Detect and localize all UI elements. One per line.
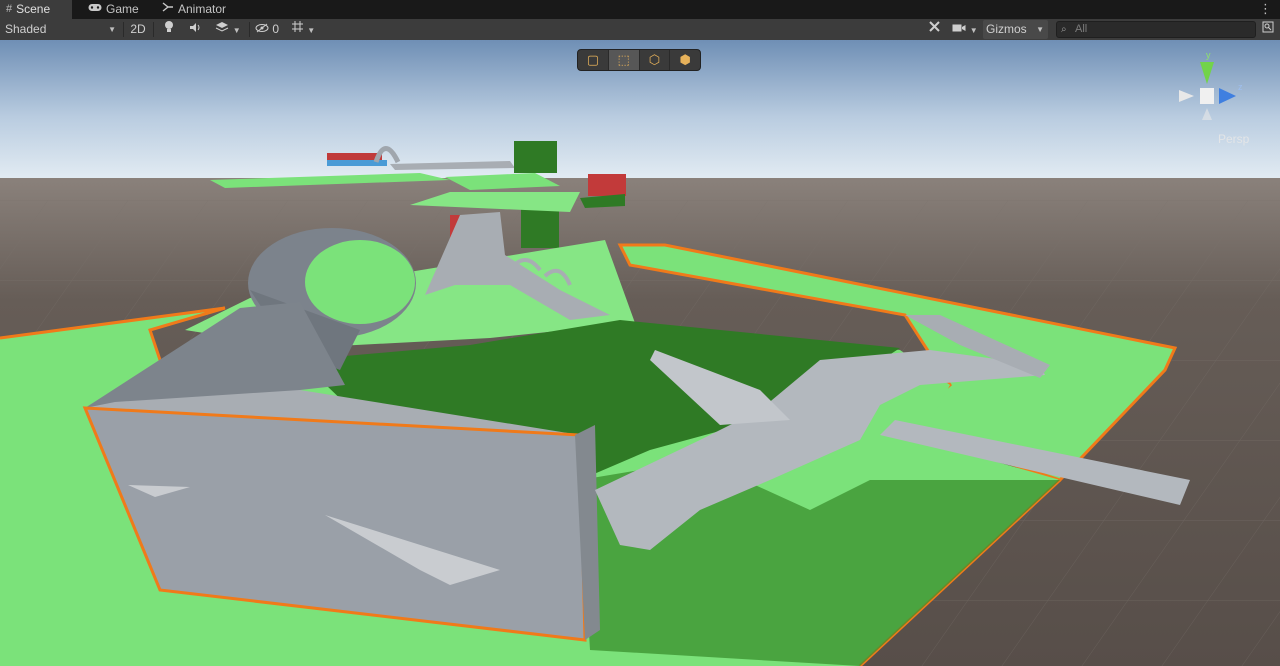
scene-render bbox=[0, 40, 1280, 666]
hidden-eye-icon bbox=[255, 22, 272, 36]
neg-y-cone bbox=[1202, 108, 1212, 120]
tab-scene[interactable]: # Scene bbox=[0, 0, 72, 19]
pipe-opening bbox=[305, 240, 415, 324]
green-cube bbox=[514, 141, 557, 173]
tab-animator[interactable]: Animator bbox=[156, 0, 244, 19]
effects-dropdown[interactable]: ▼ bbox=[208, 20, 248, 39]
hierarchy-search-input[interactable]: ⌕ All bbox=[1056, 21, 1256, 38]
more-options-icon[interactable]: ⋮ bbox=[1259, 0, 1272, 19]
chevron-down-icon: ▼ bbox=[1036, 25, 1044, 34]
hash-icon: # bbox=[6, 3, 13, 15]
tab-animator-label: Animator bbox=[178, 2, 227, 16]
2d-toggle-button[interactable]: 2D bbox=[126, 20, 150, 39]
tools-icon bbox=[928, 21, 941, 36]
scene-viewport[interactable]: ▢ ⬚ ⬡ ⬢ y z Persp bbox=[0, 40, 1280, 666]
gizmos-label: Gizmos bbox=[986, 22, 1027, 36]
shading-mode-dropdown[interactable]: Shaded ▼ bbox=[0, 20, 122, 39]
wire-box-tool-icon[interactable]: ⬡ bbox=[640, 50, 671, 70]
layers-icon bbox=[215, 22, 232, 36]
tab-bar: # Scene Game Animator ⋮ bbox=[0, 0, 1280, 19]
z-axis-cone bbox=[1219, 88, 1236, 104]
gizmo-center-cube bbox=[1200, 88, 1214, 104]
projection-label[interactable]: Persp bbox=[1218, 132, 1249, 146]
animator-icon bbox=[162, 0, 174, 19]
search-icon: ⌕ bbox=[1061, 24, 1067, 35]
scene-visibility-toggle[interactable]: 0 bbox=[252, 20, 282, 39]
rect-tool-icon[interactable]: ⬚ bbox=[608, 50, 640, 70]
solid-box-tool-icon[interactable]: ⬢ bbox=[670, 50, 700, 70]
speaker-icon bbox=[189, 22, 202, 36]
axis-z-label: z bbox=[1238, 82, 1243, 92]
chevron-down-icon: ▼ bbox=[108, 25, 116, 34]
red-block bbox=[588, 174, 626, 196]
chevron-down-icon: ▼ bbox=[969, 26, 978, 35]
far-red-blocks bbox=[327, 153, 382, 161]
scene-toolbar: Shaded ▼ 2D ▼ 0 ▼ ▼ Gizmos ▼ ⌕ All bbox=[0, 19, 1280, 41]
gizmos-dropdown[interactable]: Gizmos ▼ bbox=[983, 20, 1048, 39]
box-tool-icon[interactable]: ▢ bbox=[578, 50, 609, 70]
search-options-button[interactable] bbox=[1258, 20, 1278, 39]
x-axis-cone bbox=[1179, 90, 1194, 102]
chevron-down-icon: ▼ bbox=[307, 26, 316, 35]
grid-snapping-dropdown[interactable]: ▼ bbox=[283, 20, 323, 39]
tab-scene-label: Scene bbox=[16, 2, 51, 16]
toolbar-divider bbox=[249, 22, 250, 37]
chevron-down-icon: ▼ bbox=[232, 26, 241, 35]
tab-game[interactable]: Game bbox=[82, 0, 154, 19]
toolbar-divider bbox=[123, 22, 124, 37]
scene-tools-button[interactable] bbox=[922, 20, 946, 39]
light-bulb-icon bbox=[164, 21, 174, 36]
lighting-toggle-button[interactable] bbox=[157, 20, 181, 39]
audio-toggle-button[interactable] bbox=[183, 20, 207, 39]
scene-tool-overlay: ▢ ⬚ ⬡ ⬢ bbox=[577, 49, 701, 71]
search-placeholder: All bbox=[1075, 23, 1088, 35]
y-axis-cone bbox=[1200, 62, 1214, 84]
toolbar-divider bbox=[153, 22, 154, 37]
gamepad-icon bbox=[88, 0, 102, 19]
green-pillar bbox=[521, 208, 559, 248]
hidden-count: 0 bbox=[272, 22, 280, 36]
shading-mode-label: Shaded bbox=[5, 22, 47, 36]
search-filter-icon bbox=[1262, 21, 1274, 36]
2d-label: 2D bbox=[130, 22, 146, 36]
camera-settings-dropdown[interactable]: ▼ bbox=[948, 20, 982, 39]
grid-icon bbox=[291, 21, 307, 36]
camera-icon bbox=[952, 22, 969, 36]
tab-game-label: Game bbox=[106, 2, 139, 16]
axis-y-label: y bbox=[1206, 50, 1211, 60]
